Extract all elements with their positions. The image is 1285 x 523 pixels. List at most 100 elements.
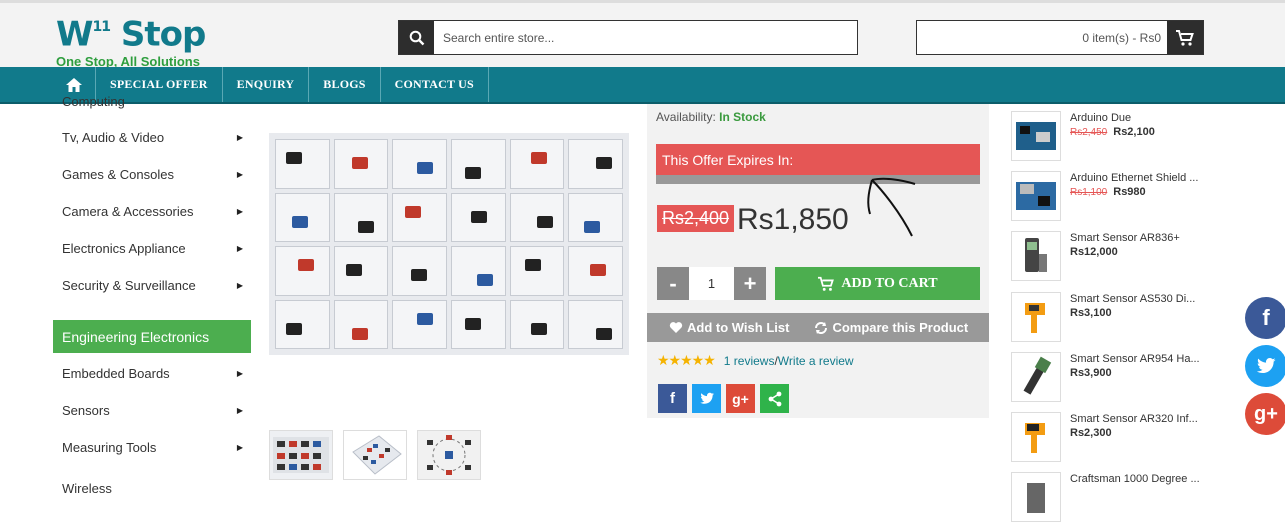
sidebar-item-label: Security & Surveillance: [62, 278, 196, 293]
reviews-link[interactable]: 1 reviews: [724, 354, 775, 368]
sidebar-item-label: Camera & Accessories: [62, 204, 194, 219]
related-product-item[interactable]: Smart Sensor AS530 Di... Rs3,100: [1011, 285, 1211, 343]
category-sidebar: Computing Tv, Audio & Video ▶ Games & Con…: [53, 94, 251, 496]
sensor-module: [584, 220, 601, 233]
nav-blogs[interactable]: BLOGS: [309, 67, 381, 102]
main-nav: SPECIAL OFFER ENQUIRY BLOGS CONTACT US: [0, 67, 1285, 104]
sensor-compartment: [509, 299, 565, 349]
sensor-module: [471, 210, 487, 223]
related-product-image[interactable]: [1011, 292, 1061, 342]
sensor-module: [351, 157, 368, 169]
search-input[interactable]: [434, 21, 857, 54]
related-product-name[interactable]: Smart Sensor AR836+: [1070, 232, 1210, 244]
related-product-item[interactable]: Craftsman 1000 Degree ...: [1011, 465, 1211, 523]
related-product-name[interactable]: Arduino Due: [1070, 112, 1210, 124]
sensor-module: [417, 312, 434, 325]
write-review-link[interactable]: Write a review: [778, 354, 854, 368]
related-product-image[interactable]: [1011, 352, 1061, 402]
qty-input[interactable]: 1: [689, 267, 734, 300]
related-product-name[interactable]: Smart Sensor AR954 Ha...: [1070, 353, 1210, 365]
related-product-price: Rs3,100: [1070, 307, 1112, 319]
google-plus-share-icon[interactable]: g+: [726, 384, 755, 413]
share-icon[interactable]: [760, 384, 789, 413]
product-info-panel: Availability: In Stock This Offer Expire…: [647, 104, 989, 418]
offer-timer-bar: [656, 175, 980, 184]
cart-button[interactable]: 0 item(s) - Rs0: [916, 20, 1204, 55]
search-bar: [398, 20, 858, 55]
nav-contact-us[interactable]: CONTACT US: [381, 67, 489, 102]
sensor-compartment: [275, 299, 330, 349]
sensor-compartment: [451, 192, 506, 242]
related-product-name[interactable]: Craftsman 1000 Degree ...: [1070, 473, 1210, 485]
facebook-icon[interactable]: f: [1245, 297, 1285, 339]
sensor-module: [465, 317, 481, 330]
site-logo[interactable]: W11 Stop One Stop, All Solutions: [56, 11, 206, 69]
thumbnail-2[interactable]: [343, 430, 407, 480]
sensor-module: [536, 215, 553, 228]
qty-minus-button[interactable]: -: [657, 267, 689, 300]
product-main-image[interactable]: [269, 133, 629, 355]
sensor-module: [596, 157, 613, 169]
refresh-icon: [815, 321, 828, 334]
stock-status: In Stock: [719, 110, 766, 124]
sensor-compartment: [568, 192, 623, 242]
sidebar-item-camera-accessories[interactable]: Camera & Accessories ▶: [53, 193, 251, 230]
caret-right-icon: ▶: [236, 281, 243, 290]
related-product-image[interactable]: [1011, 472, 1061, 522]
google-plus-icon[interactable]: g+: [1245, 393, 1285, 435]
add-to-wishlist-button[interactable]: Add to Wish List: [669, 320, 789, 335]
related-product-item[interactable]: Smart Sensor AR320 Inf... Rs2,300: [1011, 405, 1211, 463]
sidebar-item-wireless[interactable]: Wireless: [53, 466, 251, 496]
related-product-price: Rs3,900: [1070, 367, 1112, 379]
sidebar-item-sensors[interactable]: Sensors ▶: [53, 392, 251, 429]
floating-social: f g+: [1245, 297, 1285, 435]
sensor-module: [286, 152, 302, 164]
related-product-name[interactable]: Arduino Ethernet Shield ...: [1070, 172, 1210, 184]
cart-icon: [818, 276, 835, 291]
twitter-icon[interactable]: [1245, 345, 1285, 387]
sensor-compartment: [275, 139, 330, 189]
compare-product-button[interactable]: Compare this Product: [814, 320, 968, 335]
related-product-name[interactable]: Smart Sensor AS530 Di...: [1070, 293, 1210, 305]
sensor-compartment: [392, 299, 447, 349]
nav-enquiry[interactable]: ENQUIRY: [223, 67, 310, 102]
related-product-image[interactable]: [1011, 231, 1061, 281]
sidebar-item-computing[interactable]: Computing: [62, 94, 125, 109]
sidebar-section-heading[interactable]: Engineering Electronics: [53, 320, 251, 353]
related-current-price: Rs12,000: [1070, 246, 1118, 258]
sensor-module: [357, 220, 374, 233]
related-product-image[interactable]: [1011, 412, 1061, 462]
qty-plus-button[interactable]: +: [734, 267, 766, 300]
sensor-compartment: [509, 246, 565, 296]
sensor-compartment: [333, 139, 389, 189]
current-price: Rs1,850: [737, 203, 849, 236]
related-product-image[interactable]: [1011, 171, 1061, 221]
related-product-item[interactable]: Smart Sensor AR836+ Rs12,000: [1011, 224, 1211, 282]
related-old-price: Rs1,100: [1070, 187, 1108, 198]
caret-right-icon: ▶: [236, 406, 243, 415]
related-product-item[interactable]: Smart Sensor AR954 Ha... Rs3,900: [1011, 345, 1211, 403]
home-icon: [66, 77, 82, 92]
sidebar-item-security-surveillance[interactable]: Security & Surveillance ▶: [53, 267, 251, 304]
search-button[interactable]: [399, 21, 434, 54]
thumbnail-1[interactable]: [269, 430, 333, 480]
related-current-price: Rs3,900: [1070, 367, 1112, 379]
sensor-module: [477, 274, 493, 286]
related-product-item[interactable]: Arduino Ethernet Shield ... Rs1,100 Rs980: [1011, 164, 1211, 222]
sidebar-item-measuring-tools[interactable]: Measuring Tools ▶: [53, 429, 251, 466]
related-product-image[interactable]: [1011, 111, 1061, 161]
sidebar-item-embedded-boards[interactable]: Embedded Boards ▶: [53, 355, 251, 392]
twitter-share-icon[interactable]: [692, 384, 721, 413]
thumbnail-3[interactable]: [417, 430, 481, 480]
facebook-share-icon[interactable]: f: [658, 384, 687, 413]
sidebar-item-electronics-appliance[interactable]: Electronics Appliance ▶: [53, 230, 251, 267]
related-product-item[interactable]: Arduino Due Rs2,450 Rs2,100: [1011, 104, 1211, 162]
sidebar-item-tv-audio-video[interactable]: Tv, Audio & Video ▶: [53, 119, 251, 156]
sensor-kit-image: [269, 133, 629, 355]
sidebar-item-games-consoles[interactable]: Games & Consoles ▶: [53, 156, 251, 193]
add-to-cart-button[interactable]: ADD TO CART: [775, 267, 980, 300]
annotation-arrow-icon: [867, 177, 916, 237]
related-product-name[interactable]: Smart Sensor AR320 Inf...: [1070, 413, 1210, 425]
sensor-compartment: [509, 139, 565, 189]
sensor-compartment: [275, 246, 330, 296]
